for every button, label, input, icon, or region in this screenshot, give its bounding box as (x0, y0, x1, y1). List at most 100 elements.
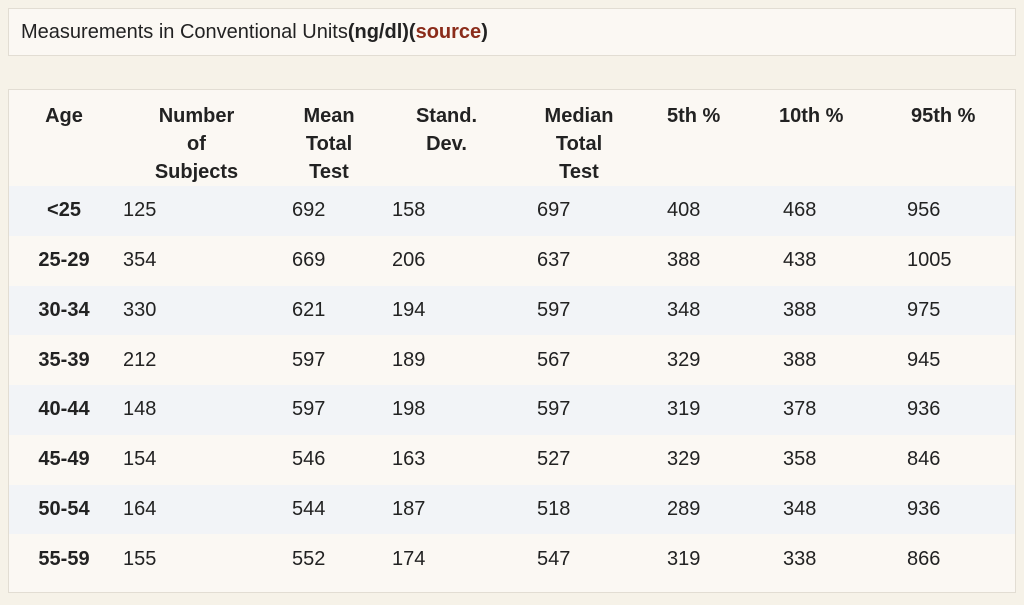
age-group-cell: 50-54 (38, 497, 90, 520)
table-row: 50-54 164 544 187 518 289 348 936 (9, 484, 1015, 535)
cell-5th-percentile: 289 (667, 497, 701, 520)
cell-median-total-test: 597 (537, 398, 571, 421)
header-line: 5th % (667, 105, 721, 127)
cell-number-of-subjects: 125 (123, 199, 157, 222)
cell-mean-total-test: 621 (292, 298, 326, 321)
cell-median-total-test: 567 (537, 348, 571, 371)
header-line: Mean (303, 105, 355, 127)
header-line: Total (305, 133, 353, 155)
cell-95th-percentile: 936 (907, 497, 941, 520)
cell-95th-percentile: 936 (907, 398, 941, 421)
cell-mean-total-test: 552 (292, 547, 326, 570)
cell-5th-percentile: 388 (667, 249, 701, 272)
cell-10th-percentile: 348 (783, 497, 817, 520)
measurements-table: Age Number of Subjects Mean Total Test Stand. De… (9, 90, 1015, 584)
cell-number-of-subjects: 330 (123, 298, 157, 321)
caption-open-paren: ( (408, 20, 416, 43)
caption-close-paren: ) (481, 20, 488, 43)
cell-median-total-test: 547 (537, 547, 571, 570)
header-line: Number (158, 105, 235, 127)
cell-stand-dev: 198 (392, 398, 426, 421)
cell-number-of-subjects: 155 (123, 547, 157, 570)
table-header-row: Age Number of Subjects Mean Total Test Stand. De… (9, 90, 1015, 186)
cell-5th-percentile: 408 (667, 199, 701, 222)
age-group-cell: 25-29 (38, 249, 90, 272)
cell-median-total-test: 527 (537, 448, 571, 471)
cell-number-of-subjects: 354 (123, 249, 157, 272)
header-line: Median (544, 105, 614, 127)
cell-5th-percentile: 319 (667, 398, 701, 421)
cell-number-of-subjects: 212 (123, 348, 157, 371)
age-group-cell: 30-34 (38, 298, 90, 321)
cell-stand-dev: 206 (392, 249, 426, 272)
cell-10th-percentile: 388 (783, 298, 817, 321)
header-line: 95th % (911, 105, 976, 127)
table-row: 45-49 154 546 163 527 329 358 846 (9, 434, 1015, 485)
cell-10th-percentile: 338 (783, 547, 817, 570)
header-line: Subjects (154, 161, 239, 183)
age-group-cell: 45-49 (38, 448, 90, 471)
cell-10th-percentile: 438 (783, 249, 817, 272)
cell-number-of-subjects: 164 (123, 497, 157, 520)
cell-median-total-test: 697 (537, 199, 571, 222)
table-row: 30-34 330 621 194 597 348 388 975 (9, 285, 1015, 336)
cell-10th-percentile: 468 (783, 199, 817, 222)
caption-text: Measurements in Conventional Units (21, 20, 348, 43)
header-line: Total (555, 133, 603, 155)
cell-5th-percentile: 329 (667, 448, 701, 471)
cell-mean-total-test: 669 (292, 249, 326, 272)
cell-mean-total-test: 597 (292, 348, 326, 371)
table-caption: Measurements in Conventional Units (ng/d… (8, 8, 1016, 56)
header-line: Stand. (415, 105, 478, 127)
cell-stand-dev: 158 (392, 199, 426, 222)
header-age: Age (9, 90, 119, 186)
header-line: Test (559, 161, 599, 183)
header-95th-percentile: 95th % (893, 90, 1015, 186)
caption-unit: (ng/dl) (347, 20, 409, 43)
header-stand-dev: Stand. Dev. (384, 90, 509, 186)
cell-mean-total-test: 692 (292, 199, 326, 222)
table-row: 40-44 148 597 198 597 319 378 936 (9, 385, 1015, 435)
age-group-cell: 55-59 (38, 547, 90, 570)
header-line: 10th % (779, 105, 844, 127)
table-row: 55-59 155 552 174 547 319 338 866 (9, 534, 1015, 584)
header-line: Age (45, 105, 83, 127)
cell-stand-dev: 174 (392, 547, 426, 570)
age-group-cell: 35-39 (38, 348, 90, 371)
header-line: Dev. (426, 133, 467, 155)
cell-number-of-subjects: 154 (123, 448, 157, 471)
cell-stand-dev: 163 (392, 448, 426, 471)
header-10th-percentile: 10th % (761, 90, 893, 186)
cell-95th-percentile: 846 (907, 448, 941, 471)
age-group-cell: 40-44 (38, 398, 90, 421)
cell-stand-dev: 189 (392, 348, 426, 371)
measurements-table-container: Age Number of Subjects Mean Total Test Stand. De… (8, 89, 1016, 593)
cell-median-total-test: 597 (537, 298, 571, 321)
header-median-total-test: Median Total Test (509, 90, 649, 186)
header-line: Test (309, 161, 349, 183)
header-line: of (187, 133, 206, 155)
cell-mean-total-test: 597 (292, 398, 326, 421)
cell-median-total-test: 518 (537, 497, 571, 520)
source-link[interactable]: source (416, 21, 482, 44)
table-row: <25 125 692 158 697 408 468 956 (9, 186, 1015, 236)
table-row: 35-39 212 597 189 567 329 388 945 (9, 335, 1015, 385)
cell-95th-percentile: 975 (907, 298, 941, 321)
header-mean-total-test: Mean Total Test (274, 90, 384, 186)
header-5th-percentile: 5th % (649, 90, 761, 186)
cell-10th-percentile: 358 (783, 448, 817, 471)
cell-5th-percentile: 348 (667, 298, 701, 321)
cell-5th-percentile: 319 (667, 547, 701, 570)
cell-stand-dev: 187 (392, 497, 426, 520)
table-row: 25-29 354 669 206 637 388 438 1005 (9, 235, 1015, 286)
cell-95th-percentile: 956 (907, 199, 941, 222)
table-body: <25 125 692 158 697 408 468 956 25-29 354 669 206 63… (9, 186, 1015, 584)
cell-10th-percentile: 378 (783, 398, 817, 421)
cell-95th-percentile: 866 (907, 547, 941, 570)
cell-95th-percentile: 945 (907, 348, 941, 371)
cell-stand-dev: 194 (392, 298, 426, 321)
cell-95th-percentile: 1005 (907, 249, 952, 272)
cell-10th-percentile: 388 (783, 348, 817, 371)
age-group-cell: <25 (47, 199, 81, 222)
cell-median-total-test: 637 (537, 249, 571, 272)
